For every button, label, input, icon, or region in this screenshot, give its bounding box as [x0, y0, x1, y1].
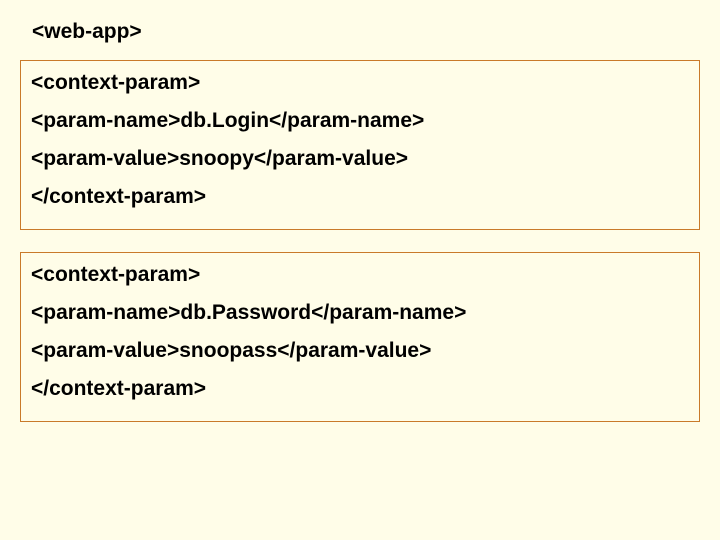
param-value-password: <param-value>snoopass</param-value> — [31, 339, 689, 377]
context-param-close: </context-param> — [31, 185, 689, 223]
xml-document: <web-app> <context-param> <param-name>db… — [0, 0, 720, 540]
web-app-open-tag: <web-app> — [0, 18, 720, 60]
param-value-login: <param-value>snoopy</param-value> — [31, 147, 689, 185]
param-name-password: <param-name>db.Password</param-name> — [31, 301, 689, 339]
context-param-block-login: <context-param> <param-name>db.Login</pa… — [20, 60, 700, 230]
context-param-block-password: <context-param> <param-name>db.Password<… — [20, 252, 700, 422]
context-param-open: <context-param> — [31, 263, 689, 301]
context-param-open: <context-param> — [31, 71, 689, 109]
context-param-close: </context-param> — [31, 377, 689, 415]
param-name-login: <param-name>db.Login</param-name> — [31, 109, 689, 147]
